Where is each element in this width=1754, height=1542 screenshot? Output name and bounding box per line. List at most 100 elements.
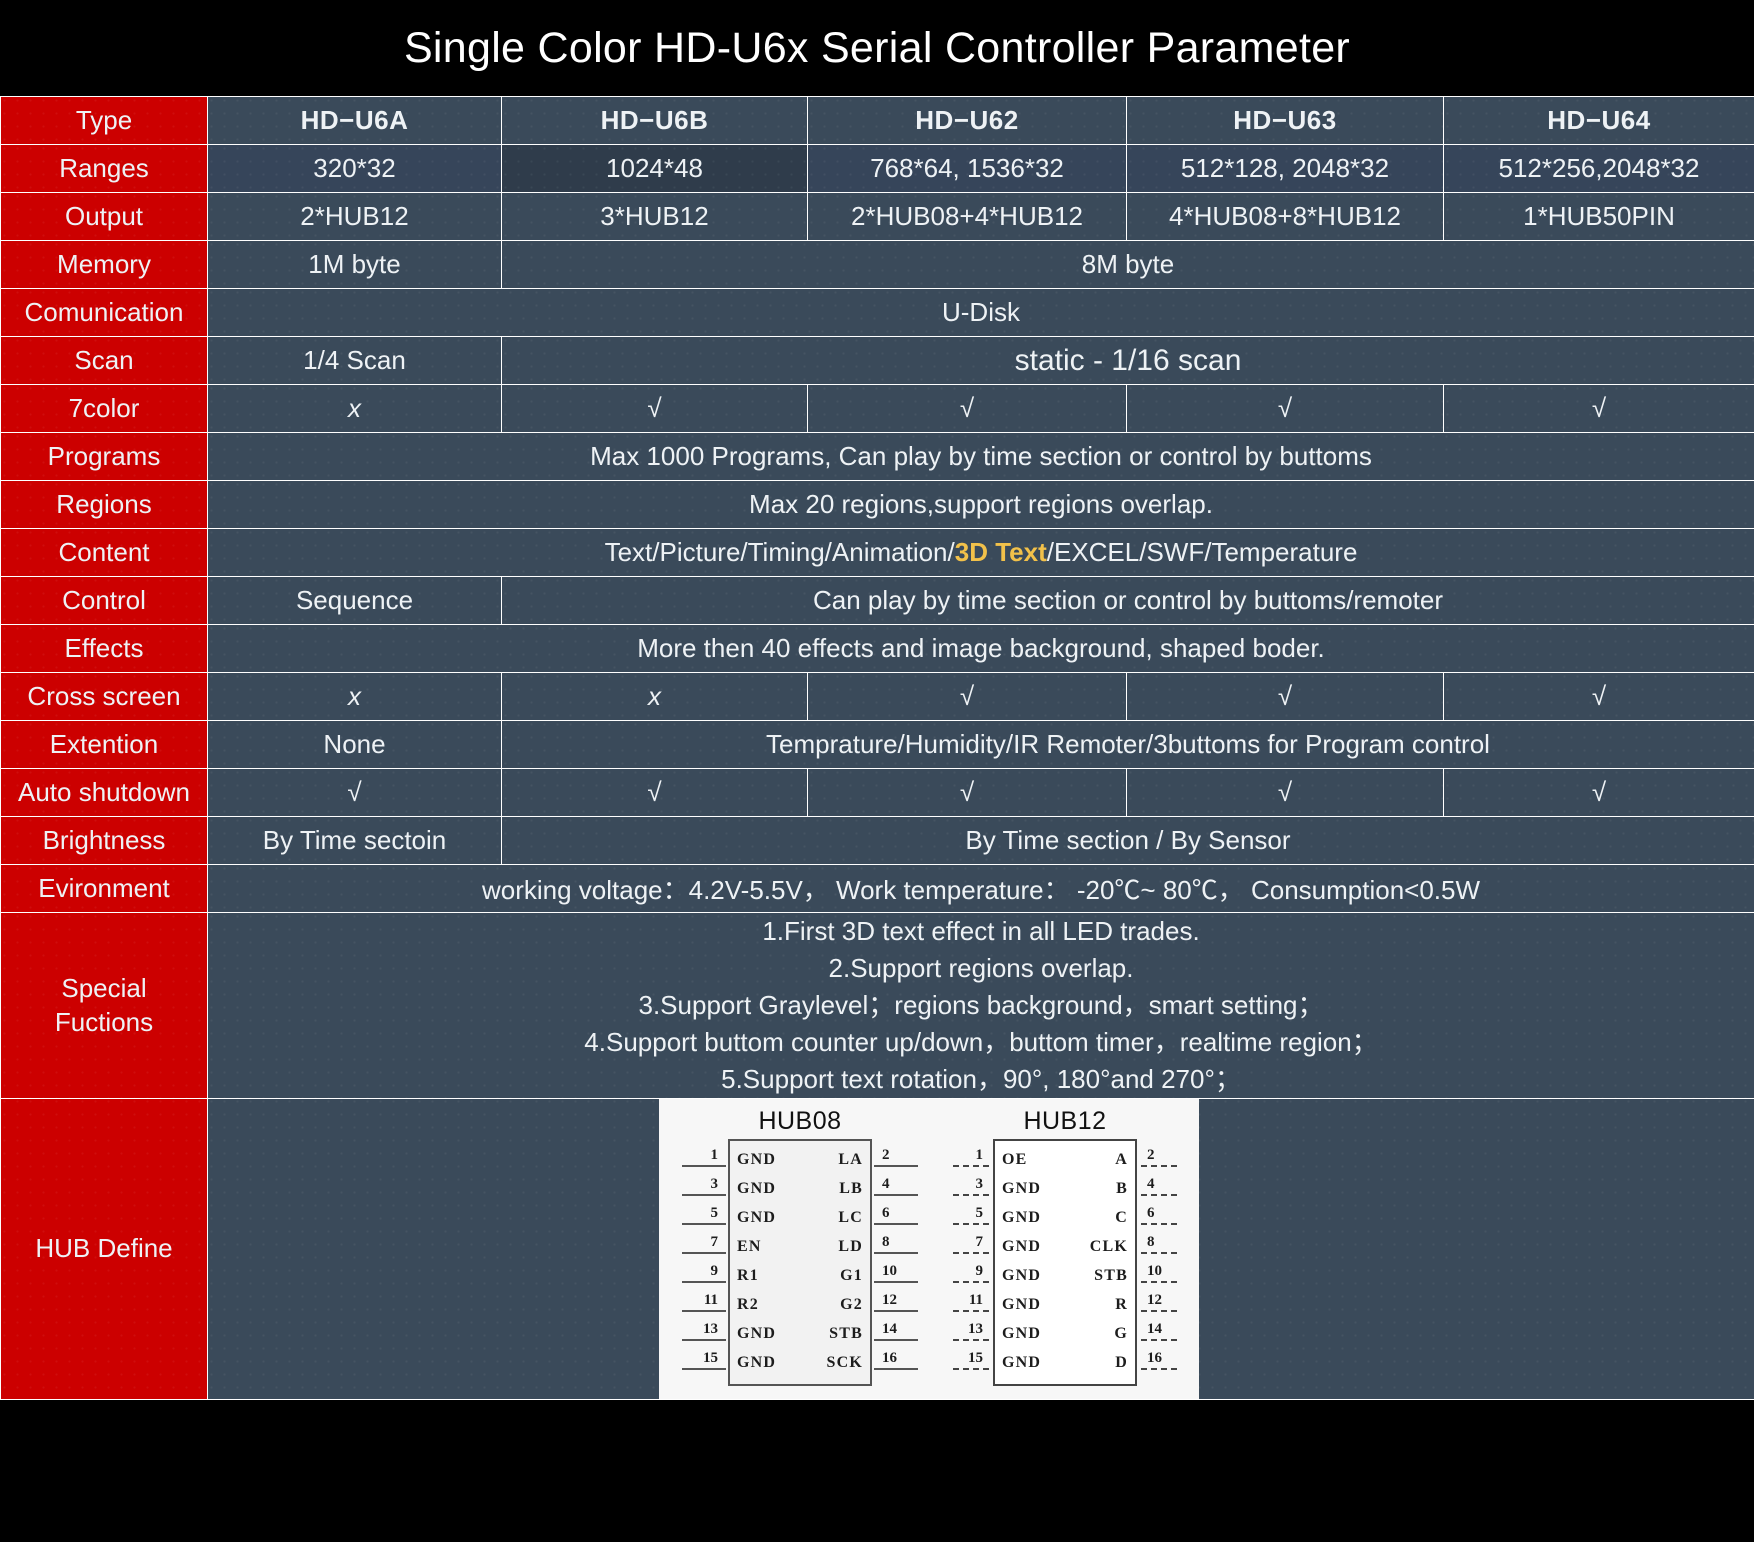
hub12-pin-box: 1 OE A 2 3 GND B 4 5 GND C 6 7 GND CLK 8… (953, 1138, 1177, 1386)
hub08-lead-right (874, 1222, 918, 1225)
hub12-pin-num-left: 3 (975, 1175, 984, 1192)
hub12-lead-right (1141, 1309, 1177, 1314)
column-header-u64: HD−U64 (1443, 96, 1754, 145)
hub12-pin-num-right: 2 (1147, 1146, 1155, 1163)
table-row-memory: Memory 1M byte 8M byte (0, 240, 1754, 289)
table-row-brightness: Brightness By Time sectoin By Time secti… (0, 816, 1754, 865)
hub08-pin-num-right: 10 (882, 1262, 897, 1279)
row-label-auto-shutdown: Auto shutdown (0, 768, 208, 817)
row-label-evironment: Evironment (0, 864, 208, 913)
hub08-pin-num-right: 4 (882, 1175, 890, 1192)
output-u64: 1*HUB50PIN (1443, 192, 1754, 241)
hub08-pin-row: 3 GND LB 4 (682, 1175, 918, 1204)
special-label-line1: Special (61, 972, 147, 1003)
hub12-pin-row: 1 OE A 2 (953, 1146, 1177, 1175)
column-header-u6a: HD−U6A (207, 96, 502, 145)
hub08-pin-num-left: 3 (710, 1175, 719, 1192)
hub12-lead-right (1141, 1222, 1177, 1227)
hub12-pin-row: 13 GND G 14 (953, 1320, 1177, 1349)
hub08-pin-name-left: GND (737, 1325, 777, 1343)
output-u6b: 3*HUB12 (501, 192, 808, 241)
hub08-lead-left (682, 1367, 726, 1370)
row-label-hub-define: HUB Define (0, 1097, 208, 1400)
hub08-pin-name-left: R2 (737, 1296, 759, 1314)
hub08-pin-num-left: 5 (710, 1204, 719, 1221)
auto-shutdown-u62: √ (807, 768, 1127, 817)
hub12-diagram: HUB12 1 OE A 2 3 GND B 4 5 GND C 6 7 GND… (941, 1107, 1189, 1386)
table-row-programs: Programs Max 1000 Programs, Can play by … (0, 432, 1754, 481)
sevencolor-u62: √ (807, 384, 1127, 433)
hub08-pin-name-right: LC (838, 1209, 863, 1227)
hub12-pin-num-right: 10 (1147, 1262, 1162, 1279)
hub12-pin-num-left: 7 (975, 1233, 984, 1250)
hub12-pin-name-left: GND (1002, 1325, 1042, 1343)
row-label-output: Output (0, 192, 208, 241)
hub08-pin-num-right: 12 (882, 1291, 897, 1308)
table-row-ranges: Ranges 320*32 1024*48 768*64, 1536*32 51… (0, 144, 1754, 193)
hub08-pin-name-left: EN (737, 1238, 762, 1256)
table-row-type: Type HD−U6A HD−U6B HD−U62 HD−U63 HD−U64 (0, 96, 1754, 145)
special-fuction-item-1: 1.First 3D text effect in all LED trades… (762, 916, 1200, 946)
ranges-u64: 512*256,2048*32 (1443, 144, 1754, 193)
row-label-brightness: Brightness (0, 816, 208, 865)
page-title: Single Color HD-U6x Serial Controller Pa… (403, 23, 1351, 72)
scan-rest: static - 1/16 scan (501, 336, 1754, 385)
row-label-comunication: Comunication (0, 288, 208, 337)
sevencolor-u6b: √ (501, 384, 808, 433)
hub-define-body: HUB08 1 GND LA 2 3 GND LB 4 5 GND LC 6 7… (207, 1097, 1754, 1400)
hub-pinout-image: HUB08 1 GND LA 2 3 GND LB 4 5 GND LC 6 7… (659, 1098, 1199, 1399)
hub12-lead-left (953, 1164, 989, 1169)
hub12-pin-name-right: STB (1094, 1267, 1128, 1285)
sevencolor-u6a: x (207, 384, 502, 433)
table-row-special-fuctions: Special Fuctions 1.First 3D text effect … (0, 912, 1754, 1099)
sevencolor-u64: √ (1443, 384, 1754, 433)
hub08-lead-right (874, 1251, 918, 1254)
hub12-pin-name-left: GND (1002, 1180, 1042, 1198)
spec-table: Type HD−U6A HD−U6B HD−U62 HD−U63 HD−U64 … (0, 96, 1754, 1400)
auto-shutdown-u64: √ (1443, 768, 1754, 817)
output-u63: 4*HUB08+8*HUB12 (1126, 192, 1444, 241)
hub12-pin-name-right: R (1115, 1296, 1128, 1314)
hub12-pin-num-right: 6 (1147, 1204, 1155, 1221)
hub08-pin-row: 5 GND LC 6 (682, 1204, 918, 1233)
hub12-lead-left (953, 1251, 989, 1256)
table-row-cross-screen: Cross screen x x √ √ √ (0, 672, 1754, 721)
hub08-lead-right (874, 1164, 918, 1167)
table-row-effects: Effects More then 40 effects and image b… (0, 624, 1754, 673)
hub08-pin-name-right: LB (839, 1180, 863, 1198)
extention-u6a: None (207, 720, 502, 769)
hub12-pin-num-left: 15 (968, 1349, 983, 1366)
hub08-pin-num-right: 8 (882, 1233, 890, 1250)
hub08-lead-left (682, 1164, 726, 1167)
row-label-cross-screen: Cross screen (0, 672, 208, 721)
table-row-comunication: Comunication U-Disk (0, 288, 1754, 337)
hub08-pin-row: 13 GND STB 14 (682, 1320, 918, 1349)
hub08-lead-left (682, 1251, 726, 1254)
hub08-pin-num-left: 11 (703, 1291, 718, 1308)
hub12-pin-num-right: 14 (1147, 1320, 1162, 1337)
ranges-u6b: 1024*48 (501, 144, 808, 193)
title-bar: Single Color HD-U6x Serial Controller Pa… (0, 0, 1754, 96)
hub08-pin-name-right: G2 (840, 1296, 863, 1314)
auto-shutdown-u6b: √ (501, 768, 808, 817)
hub12-lead-right (1141, 1193, 1177, 1198)
hub12-pin-name-right: C (1115, 1209, 1128, 1227)
hub08-lead-right (874, 1367, 918, 1370)
hub12-lead-right (1141, 1280, 1177, 1285)
hub08-pin-box: 1 GND LA 2 3 GND LB 4 5 GND LC 6 7 EN LD… (682, 1138, 918, 1386)
hub08-pin-name-left: R1 (737, 1267, 759, 1285)
table-row-content: Content Text/Picture/Timing/Animation/3D… (0, 528, 1754, 577)
row-label-programs: Programs (0, 432, 208, 481)
table-row-auto-shutdown: Auto shutdown √ √ √ √ √ (0, 768, 1754, 817)
hub08-pin-num-left: 7 (710, 1233, 719, 1250)
row-label-type: Type (0, 96, 208, 145)
ranges-u63: 512*128, 2048*32 (1126, 144, 1444, 193)
hub12-pin-name-left: OE (1002, 1151, 1028, 1169)
hub12-pin-name-right: D (1115, 1354, 1128, 1372)
hub08-lead-right (874, 1193, 918, 1196)
hub12-pin-name-left: GND (1002, 1238, 1042, 1256)
control-rest: Can play by time section or control by b… (501, 576, 1754, 625)
hub12-lead-left (953, 1222, 989, 1227)
table-row-evironment: Evironment working voltage：4.2V-5.5V， Wo… (0, 864, 1754, 913)
hub08-lead-left (682, 1338, 726, 1341)
